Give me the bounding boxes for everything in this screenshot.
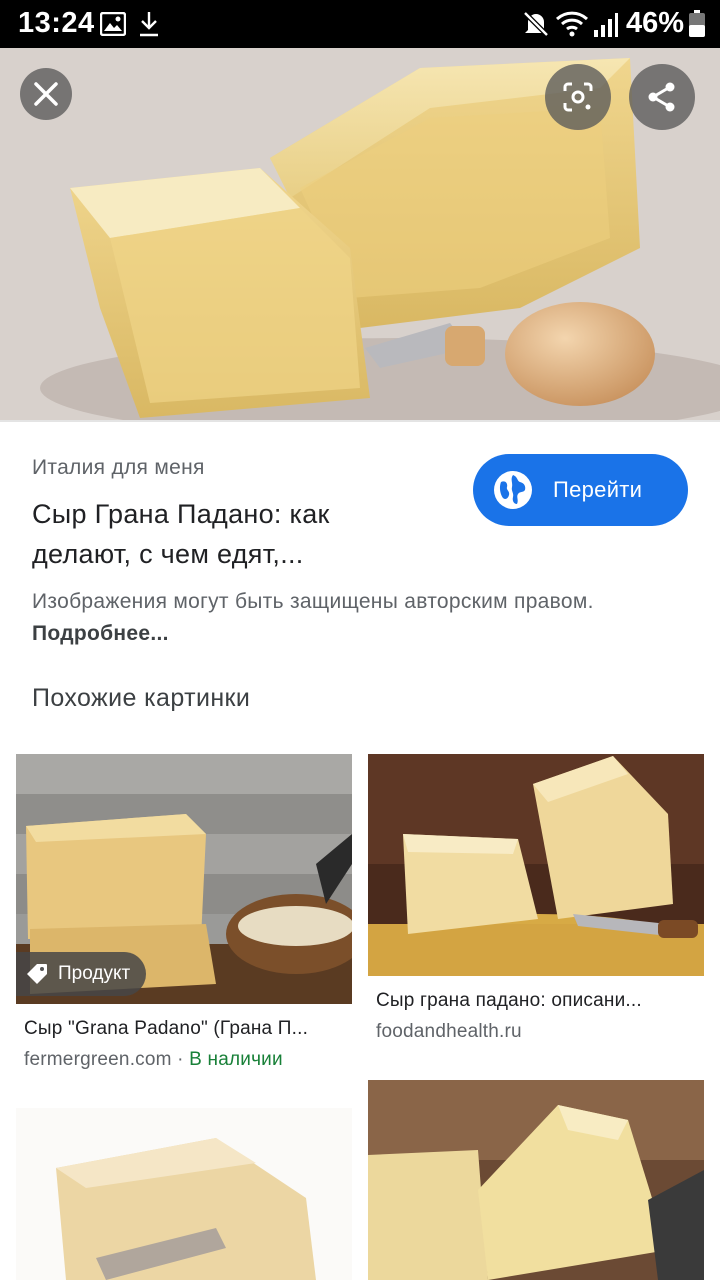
visit-button[interactable]: Перейти [473, 454, 688, 526]
lens-button[interactable] [545, 64, 611, 130]
related-image-2[interactable] [368, 754, 704, 976]
source-name[interactable]: Италия для меня [32, 456, 205, 480]
main-image[interactable] [0, 48, 720, 422]
mute-icon [523, 11, 549, 37]
status-time: 13:24 [18, 7, 95, 39]
related-title-2[interactable]: Сыр грана падано: описани... [376, 990, 694, 1012]
related-meta-1: fermergreen.com · В наличии [24, 1049, 283, 1071]
cheese-photo [0, 48, 720, 422]
close-button[interactable] [20, 68, 72, 120]
meta-separator: · [177, 1049, 184, 1070]
availability-status: В наличии [189, 1049, 283, 1070]
cheese-photo-4 [368, 1080, 704, 1280]
divider [0, 420, 720, 422]
more-link[interactable]: Подробнее... [32, 622, 169, 645]
cheese-photo-3 [16, 1108, 352, 1280]
result-title[interactable]: Сыр Грана Падано: как делают, с чем едят… [32, 494, 432, 574]
gallery-notification-icon [100, 12, 126, 36]
related-site-2: foodandhealth.ru [376, 1021, 522, 1042]
wifi-icon [555, 11, 589, 37]
lens-icon [563, 82, 593, 112]
battery-percent: 46% [626, 7, 685, 39]
share-icon [648, 82, 675, 112]
cheese-photo-2 [368, 754, 704, 976]
product-badge: Продукт [16, 952, 147, 996]
download-notification-icon [140, 12, 158, 37]
globe-icon [494, 471, 532, 509]
signal-icon [594, 13, 618, 37]
status-bar: 13:24 46% [0, 0, 720, 48]
product-badge-label: Продукт [58, 963, 131, 984]
close-icon [34, 82, 58, 106]
related-site-1: fermergreen.com [24, 1049, 172, 1070]
copyright-text: Изображения могут быть защищены авторски… [32, 590, 594, 613]
share-button[interactable] [629, 64, 695, 130]
tag-icon [27, 964, 47, 984]
visit-button-label: Перейти [553, 477, 643, 502]
battery-icon [689, 10, 705, 37]
copyright-notice: Изображения могут быть защищены авторски… [32, 586, 672, 650]
related-heading: Похожие картинки [32, 684, 251, 712]
related-image-4[interactable] [368, 1080, 704, 1280]
related-image-3[interactable] [16, 1108, 352, 1280]
related-title-1[interactable]: Сыр "Grana Padano" (Грана П... [24, 1018, 346, 1040]
